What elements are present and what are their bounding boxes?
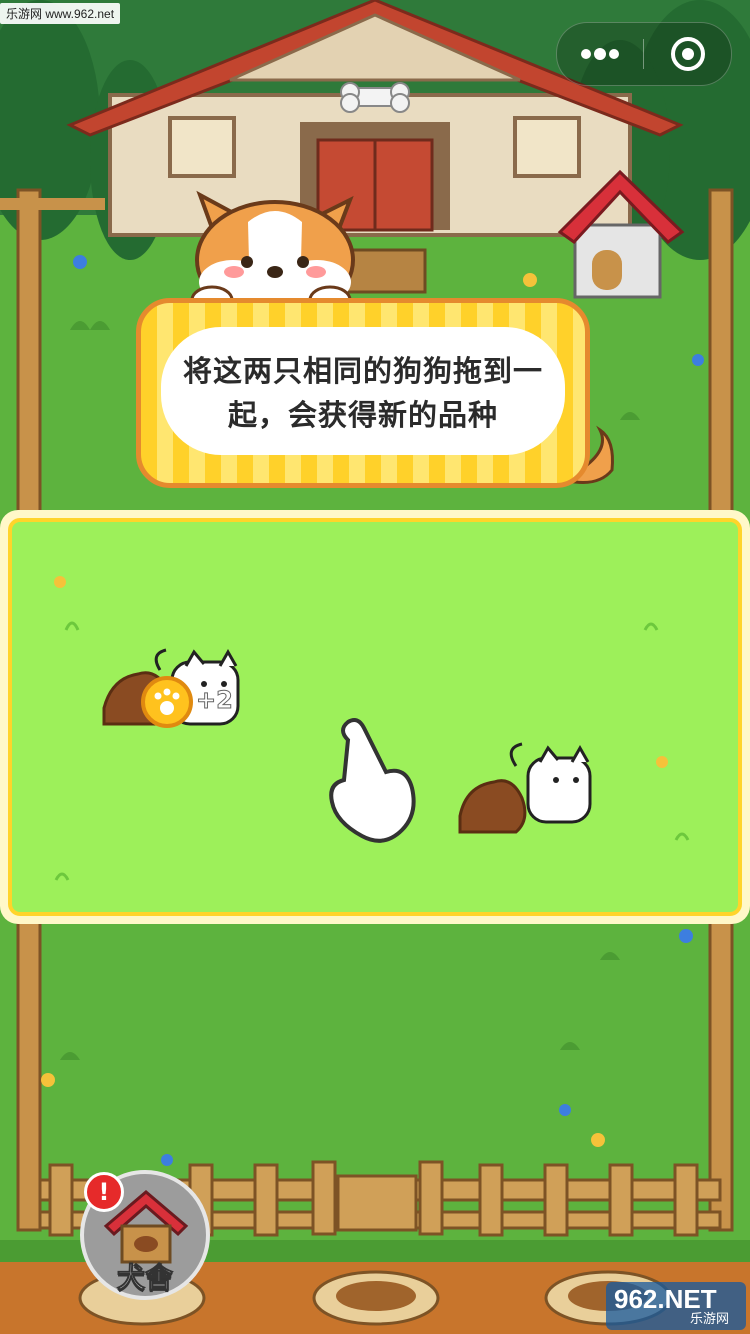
target-close-icon[interactable] [645,23,731,85]
miniprogram-capsule[interactable] [556,22,732,86]
pointing-hand-icon [329,718,416,843]
coin-bonus-label: +2 [196,686,234,715]
capsule-divider [643,39,644,69]
watermark-top: 乐游网 www.962.net [0,3,121,24]
more-dots-icon[interactable] [557,23,643,85]
tutorial-tooltip: 将这两只相同的狗狗拖到一起，会获得新的品种 [136,298,590,488]
alert-badge: ! [84,1172,124,1212]
play-area-content [54,576,690,881]
paw-coin-icon[interactable] [141,676,193,728]
watermark-bottom: 962.NET 乐游网 [606,1282,746,1330]
watermark-bottom-sub: 乐游网 [690,1311,730,1326]
kennel-label: 犬舍 [116,1261,173,1295]
tooltip-text: 将这两只相同的狗狗拖到一起，会获得新的品种 [182,354,543,432]
dog-white-right-icon[interactable] [458,742,592,834]
